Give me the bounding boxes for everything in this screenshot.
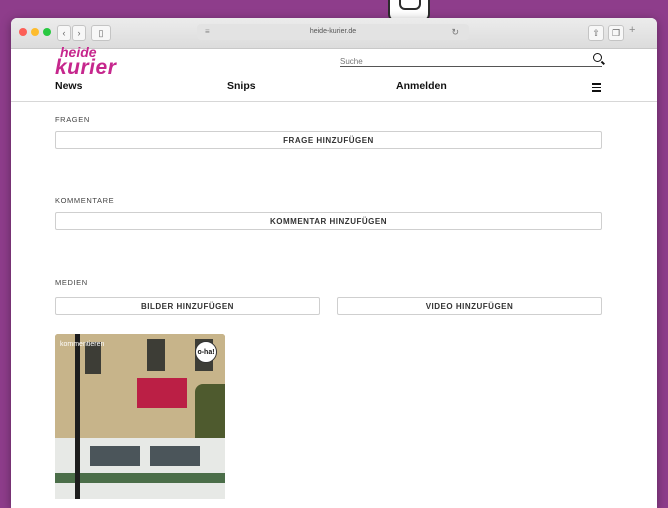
zoom-window-button[interactable] xyxy=(43,28,51,36)
add-question-button[interactable]: FRAGE HINZUFÜGEN xyxy=(55,131,602,149)
media-photo[interactable]: kommentieren o-ha! xyxy=(55,334,225,499)
minimize-window-button[interactable] xyxy=(31,28,39,36)
add-images-button[interactable]: BILDER HINZUFÜGEN xyxy=(55,297,320,315)
back-icon[interactable]: ‹ xyxy=(57,25,71,41)
logo-kurier: kurier xyxy=(55,56,117,79)
photo-pole xyxy=(75,334,80,499)
reload-icon[interactable]: ↻ xyxy=(451,24,459,40)
photo-shop-sign xyxy=(137,378,187,408)
reader-icon[interactable]: ≡ xyxy=(205,24,210,40)
tabs-icon[interactable]: ❐ xyxy=(608,25,624,41)
photo-window xyxy=(147,339,165,371)
search-field[interactable] xyxy=(340,51,602,67)
oha-badge[interactable]: o-ha! xyxy=(195,341,217,363)
hamburger-menu-icon[interactable] xyxy=(592,83,601,92)
search-input[interactable] xyxy=(340,57,570,66)
close-window-button[interactable] xyxy=(19,28,27,36)
nav-snips[interactable]: Snips xyxy=(227,80,256,92)
search-icon[interactable] xyxy=(593,53,602,62)
main-nav: News Snips Anmelden xyxy=(11,75,657,102)
url-text: heide-kurier.de xyxy=(309,28,357,35)
section-title-kommentare: KOMMENTARE xyxy=(55,196,115,205)
nav-anmelden[interactable]: Anmelden xyxy=(396,80,447,92)
nav-news[interactable]: News xyxy=(55,80,82,92)
browser-window: ‹ › ▯ ≡ heide-kurier.de ↻ ⇧ ❐ + heide ku… xyxy=(11,18,657,508)
web-page: heide kurier News Snips Anmelden FRAGEN … xyxy=(11,45,657,508)
photo-van-window xyxy=(90,446,140,466)
forward-icon[interactable]: › xyxy=(72,25,86,41)
section-title-medien: MEDIEN xyxy=(55,278,88,287)
add-comment-button[interactable]: KOMMENTAR HINZUFÜGEN xyxy=(55,212,602,230)
section-title-fragen: FRAGEN xyxy=(55,115,90,124)
add-video-button[interactable]: VIDEO HINZUFÜGEN xyxy=(337,297,602,315)
address-bar[interactable]: ≡ heide-kurier.de ↻ xyxy=(197,24,469,40)
site-logo[interactable]: heide kurier xyxy=(55,45,117,79)
photo-van-window xyxy=(150,446,200,466)
new-tab-icon[interactable]: + xyxy=(629,24,635,36)
share-icon[interactable]: ⇧ xyxy=(588,25,604,41)
photo-van-stripe xyxy=(55,473,225,483)
photo-tree xyxy=(195,384,225,444)
sidebar-toggle-icon[interactable]: ▯ xyxy=(91,25,111,41)
photo-caption[interactable]: kommentieren xyxy=(60,341,104,348)
